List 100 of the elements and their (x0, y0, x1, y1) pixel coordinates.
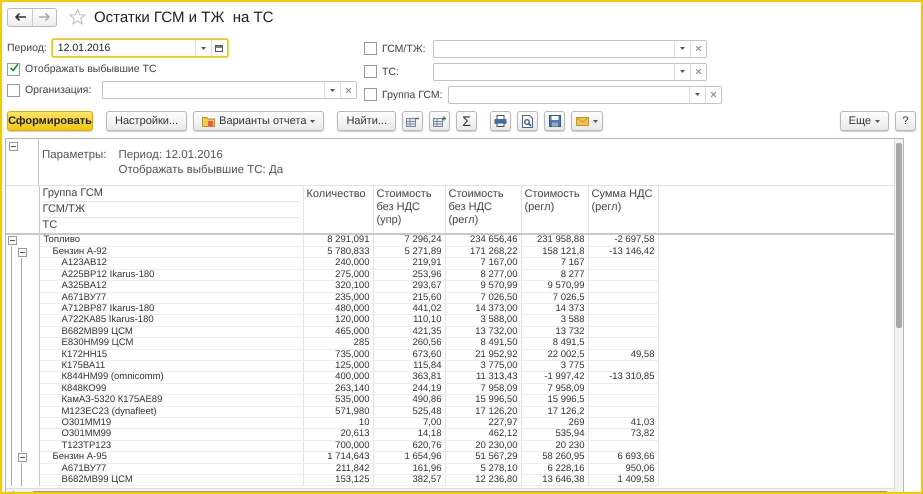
table-cell: 13 732,00 (445, 326, 521, 338)
collapse-button[interactable] (402, 111, 424, 131)
collapse-icon[interactable] (18, 248, 27, 257)
table-cell: 285 (303, 338, 373, 350)
table-cell: 15 996,50 (445, 394, 521, 406)
table-cell: 400,000 (303, 372, 373, 384)
table-cell: 5 780,833 (303, 246, 373, 258)
table-cell: -2 697,58 (588, 234, 658, 246)
table-cell: О301ММ99 (39, 428, 303, 440)
collapse-icon[interactable] (18, 452, 27, 462)
table-cell: 17 126,20 (445, 406, 521, 418)
table-cell: 1 654,96 (373, 452, 445, 464)
generate-button[interactable]: Сформировать (7, 111, 93, 131)
collapse-icon (9, 142, 18, 151)
sum-button[interactable]: Σ (456, 111, 478, 131)
caret-icon (593, 120, 598, 122)
table-cell: 7,00 (373, 417, 445, 429)
save-button[interactable] (544, 111, 566, 131)
folder-icon (202, 116, 216, 126)
table-cell: К172НН15 (39, 349, 303, 360)
period-label: Период: (7, 42, 47, 54)
table-icon (433, 116, 446, 126)
table-cell: 5 278,10 (445, 463, 521, 475)
clear-button[interactable] (704, 86, 721, 102)
table-cell: 441,02 (373, 303, 445, 315)
caret-icon (310, 120, 316, 122)
table-cell: 219,91 (373, 258, 445, 270)
checkbox[interactable] (364, 65, 377, 78)
table-cell: 620,76 (373, 440, 445, 452)
find-button[interactable]: Найти... (337, 111, 396, 131)
table-cell: 41,03 (588, 417, 658, 429)
table-cell: 20,613 (303, 428, 373, 440)
select-field[interactable] (448, 86, 722, 104)
column-header: Стоимость без НДС (упр) (373, 186, 445, 234)
table-cell: 20 230 (521, 440, 588, 452)
column-header: Сумма НДС (регл) (588, 186, 658, 234)
table-cell: 293,67 (373, 280, 445, 292)
table-cell: 11 313,43 (445, 372, 521, 384)
envelope-icon (576, 116, 590, 126)
mail-button[interactable] (571, 111, 604, 131)
clear-icon (696, 46, 701, 51)
clear-button[interactable] (690, 40, 706, 56)
table-cell: 3 775 (521, 360, 588, 372)
table-cell: 3 775,00 (445, 360, 521, 372)
table-cell: 8 291,091 (303, 234, 373, 246)
select-field[interactable] (433, 62, 707, 80)
table-cell: 15 996,5 (521, 394, 588, 406)
table-cell: 382,57 (373, 474, 445, 486)
clear-button[interactable] (340, 82, 356, 98)
expand-button[interactable] (429, 111, 450, 131)
checkbox[interactable] (7, 84, 20, 96)
caret-icon (680, 47, 685, 50)
table-cell: 10 (303, 417, 373, 429)
back-arrow-icon (14, 13, 26, 21)
table-cell: К844НМ99 (omnicomm) (39, 372, 303, 384)
table-cell: 17 126,2 (521, 406, 588, 418)
table-cell: 5 271,89 (373, 246, 445, 258)
star-icon[interactable] (69, 9, 86, 25)
table-cell: 3 588 (521, 314, 588, 326)
table-cell: Бензин А-95 (39, 452, 303, 464)
table-cell: О301ММ19 (39, 417, 303, 429)
clear-button[interactable] (690, 64, 706, 80)
table-cell: 253,96 (373, 269, 445, 281)
filter-label: Группа ГСМ: (382, 88, 443, 100)
vertical-scrollbar[interactable] (894, 139, 903, 492)
table-cell: 490,86 (373, 394, 445, 406)
table-cell: 9 570,99 (521, 280, 588, 292)
print-button[interactable] (490, 111, 512, 131)
calendar-button[interactable] (210, 40, 227, 56)
select-field[interactable] (433, 40, 707, 58)
table-cell: 8 277 (521, 269, 588, 281)
clear-icon (346, 88, 351, 92)
table-cell: 269 (521, 417, 588, 429)
table-cell: К175ВА11 (39, 360, 303, 372)
caret-icon (875, 120, 880, 122)
checkbox[interactable] (7, 62, 20, 76)
table-cell: 525,48 (373, 406, 445, 418)
table-cell: 673,60 (373, 349, 445, 360)
checkbox[interactable] (364, 42, 377, 55)
date-field[interactable]: 12.01.2016 (52, 39, 228, 57)
more-button[interactable]: Еще (840, 111, 889, 131)
table-cell: 465,000 (303, 326, 373, 338)
settings-button[interactable]: Настройки... (106, 111, 188, 131)
printer-icon (494, 115, 508, 127)
clear-icon (696, 69, 701, 74)
table-cell: А225ВР12 Ikarus-180 (39, 269, 303, 281)
table-cell: 9 570,99 (445, 280, 521, 292)
table-cell: 115,84 (373, 360, 445, 372)
table-cell: 7 167 (521, 258, 588, 270)
parameter-text: Период: 12.01.2016 (118, 149, 224, 161)
preview-button[interactable] (517, 111, 538, 131)
checkbox[interactable] (364, 88, 377, 101)
table-cell: 58 260,95 (521, 452, 588, 464)
table-cell: А123АВ12 (39, 258, 303, 270)
organization-field[interactable] (102, 81, 357, 99)
variants-button[interactable]: Варианты отчета (193, 111, 324, 131)
collapse-icon[interactable] (8, 236, 17, 246)
help-button[interactable]: ? (895, 111, 916, 131)
table-cell: 7 958,09 (445, 383, 521, 395)
table-cell: -1 997,42 (521, 372, 588, 384)
